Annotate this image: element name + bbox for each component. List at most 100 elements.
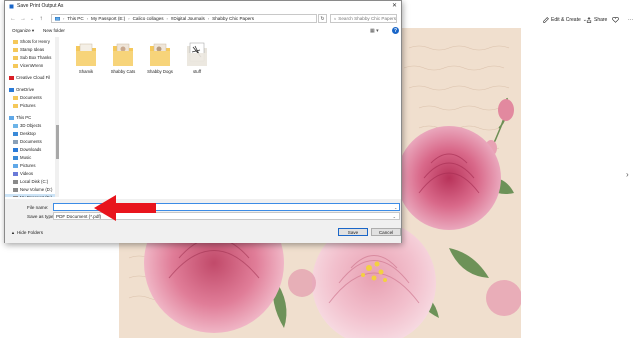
nav-item-local-disk-c[interactable]: Local Disk (C:) <box>13 178 48 185</box>
nav-item-label: OneDrive <box>16 87 35 92</box>
folder-item-shamik[interactable]: Shamik <box>71 42 101 74</box>
nav-item-label: Shots for Henry <box>20 39 50 44</box>
folder-icon <box>75 42 97 68</box>
folder-icon <box>13 63 18 68</box>
up-button[interactable]: ↑ <box>37 14 45 23</box>
nav-item-label: This PC <box>16 115 32 120</box>
chevron-down-icon: ⌄ <box>392 214 396 219</box>
address-bar[interactable]: › This PC › My Passport (E:) › Calico co… <box>51 14 317 23</box>
file-label: Shamik <box>78 69 94 74</box>
edit-create-button[interactable]: Edit & Create ⌄ <box>543 16 587 24</box>
share-button[interactable]: Share <box>586 16 607 24</box>
file-list: Shamik Shabby Cats Shabby Dogs stuff <box>60 37 400 197</box>
nav-pane-scrollbar[interactable] <box>55 37 59 197</box>
app-icon <box>9 4 14 8</box>
recent-locations-button[interactable]: ⌄ <box>28 14 36 23</box>
file-label: stuff <box>192 69 202 74</box>
chevron-up-icon: ▲ <box>11 230 15 235</box>
filename-label: File name: <box>27 205 49 210</box>
organize-button[interactable]: Organize ▾ <box>12 28 34 34</box>
nav-item-music[interactable]: Music <box>13 154 31 161</box>
breadcrumb-shabby-chic-papers[interactable]: Shabby Chic Papers <box>212 16 254 21</box>
nav-item-vicenwrenn[interactable]: VicenWrenn <box>13 62 43 69</box>
folder-icon <box>13 95 18 100</box>
nav-item-new-volume-d[interactable]: New Volume (D:) <box>13 186 52 193</box>
nav-pane-scrollbar-thumb[interactable] <box>56 125 59 159</box>
share-label: Share <box>594 17 608 23</box>
nav-item-my-passport-e[interactable]: My Passport (E:) <box>5 194 55 197</box>
downloads-icon <box>13 147 18 152</box>
folder-item-shabby-dogs[interactable]: Shabby Dogs <box>145 42 175 74</box>
nav-item-shots-for-henry[interactable]: Shots for Henry <box>13 38 50 45</box>
edit-create-label: Edit & Create <box>551 17 581 23</box>
nav-item-label: New Volume (D:) <box>20 187 53 192</box>
folder-icon <box>13 39 18 44</box>
favorite-button[interactable] <box>612 16 619 24</box>
nav-item-pictures[interactable]: Pictures <box>13 102 36 109</box>
file-label: Shabby Cats <box>110 69 136 74</box>
nav-item-label: Desktop <box>20 131 36 136</box>
new-folder-button[interactable]: New folder <box>43 28 65 33</box>
forward-button[interactable]: → <box>19 14 27 23</box>
nav-item-label: Documents <box>20 95 42 100</box>
file-label: Shabby Dogs <box>147 69 173 74</box>
save-button[interactable]: Save <box>338 228 368 236</box>
disk-icon <box>13 195 18 197</box>
breadcrumb-this-pc[interactable]: This PC <box>67 16 83 21</box>
heart-icon <box>612 17 619 23</box>
nav-item-documents[interactable]: Documents <box>13 94 42 101</box>
3d-objects-icon <box>13 123 18 128</box>
red-arrow-annotation <box>94 195 156 221</box>
view-options-button[interactable]: ▦ ▾ <box>370 28 379 34</box>
search-icon <box>334 17 337 20</box>
nav-item-3d-objects[interactable]: 3D Objects <box>13 122 41 129</box>
next-photo-button[interactable]: › <box>626 170 629 179</box>
folder-item-stuff[interactable]: stuff <box>182 42 212 74</box>
chevron-down-icon[interactable]: ⌄ <box>394 205 397 210</box>
pictures-icon <box>13 163 18 168</box>
back-button[interactable]: ← <box>9 14 17 23</box>
nav-item-label: Documents <box>20 139 42 144</box>
nav-item-label: Stamp Ideas <box>20 47 45 52</box>
command-bar: Organize ▾ New folder ▦ ▾ ? <box>5 26 401 36</box>
disk-icon <box>13 179 18 184</box>
breadcrumb-digital-journals[interactable]: !!Digital Journals <box>171 16 205 21</box>
refresh-icon[interactable]: ↻ <box>318 14 327 23</box>
music-icon <box>13 155 18 160</box>
nav-item-documents[interactable]: Documents <box>13 138 42 145</box>
folder-icon <box>13 103 18 108</box>
pc-icon <box>55 16 60 20</box>
folder-icon <box>186 42 208 68</box>
cancel-button[interactable]: Cancel <box>371 228 401 236</box>
nav-item-label: My Passport (E:) <box>20 195 52 197</box>
desktop-icon <box>13 131 18 136</box>
nav-item-creative-cloud-fil[interactable]: Creative Cloud Fil <box>9 74 50 81</box>
nav-item-onedrive[interactable]: OneDrive <box>9 86 34 93</box>
nav-item-label: Creative Cloud Fil <box>16 75 51 80</box>
nav-item-label: Sub Box Thanks <box>20 55 52 60</box>
close-icon[interactable]: ✕ <box>392 2 397 9</box>
folder-item-shabby-cats[interactable]: Shabby Cats <box>108 42 138 74</box>
help-icon[interactable]: ? <box>392 27 399 34</box>
nav-item-label: Local Disk (C:) <box>20 179 49 184</box>
nav-item-stamp-ideas[interactable]: Stamp Ideas <box>13 46 44 53</box>
share-icon <box>586 17 592 23</box>
more-options-button[interactable]: ··· <box>628 16 633 24</box>
nav-item-pictures[interactable]: Pictures <box>13 162 36 169</box>
nav-item-sub-box-thanks[interactable]: Sub Box Thanks <box>13 54 51 61</box>
nav-item-label: Pictures <box>20 103 36 108</box>
nav-item-downloads[interactable]: Downloads <box>13 146 41 153</box>
hide-folders-button[interactable]: ▲ Hide Folders <box>11 230 43 235</box>
nav-item-videos[interactable]: Videos <box>13 170 33 177</box>
disk-icon <box>13 187 18 192</box>
dialog-titlebar[interactable]: Save Print Output As ✕ <box>5 1 401 11</box>
nav-item-label: Videos <box>20 171 34 176</box>
nav-item-desktop[interactable]: Desktop <box>13 130 36 137</box>
nav-item-label: Music <box>20 155 32 160</box>
videos-icon <box>13 171 18 176</box>
nav-item-this-pc[interactable]: This PC <box>9 114 31 121</box>
navigation-bar: ← → ⌄ ↑ › This PC › My Passport (E:) › C… <box>5 13 401 24</box>
search-input[interactable]: Search Shabby Chic Papers <box>330 14 397 23</box>
breadcrumb-calico-collages[interactable]: Calico collages <box>133 16 164 21</box>
breadcrumb-my-passport[interactable]: My Passport (E:) <box>91 16 125 21</box>
